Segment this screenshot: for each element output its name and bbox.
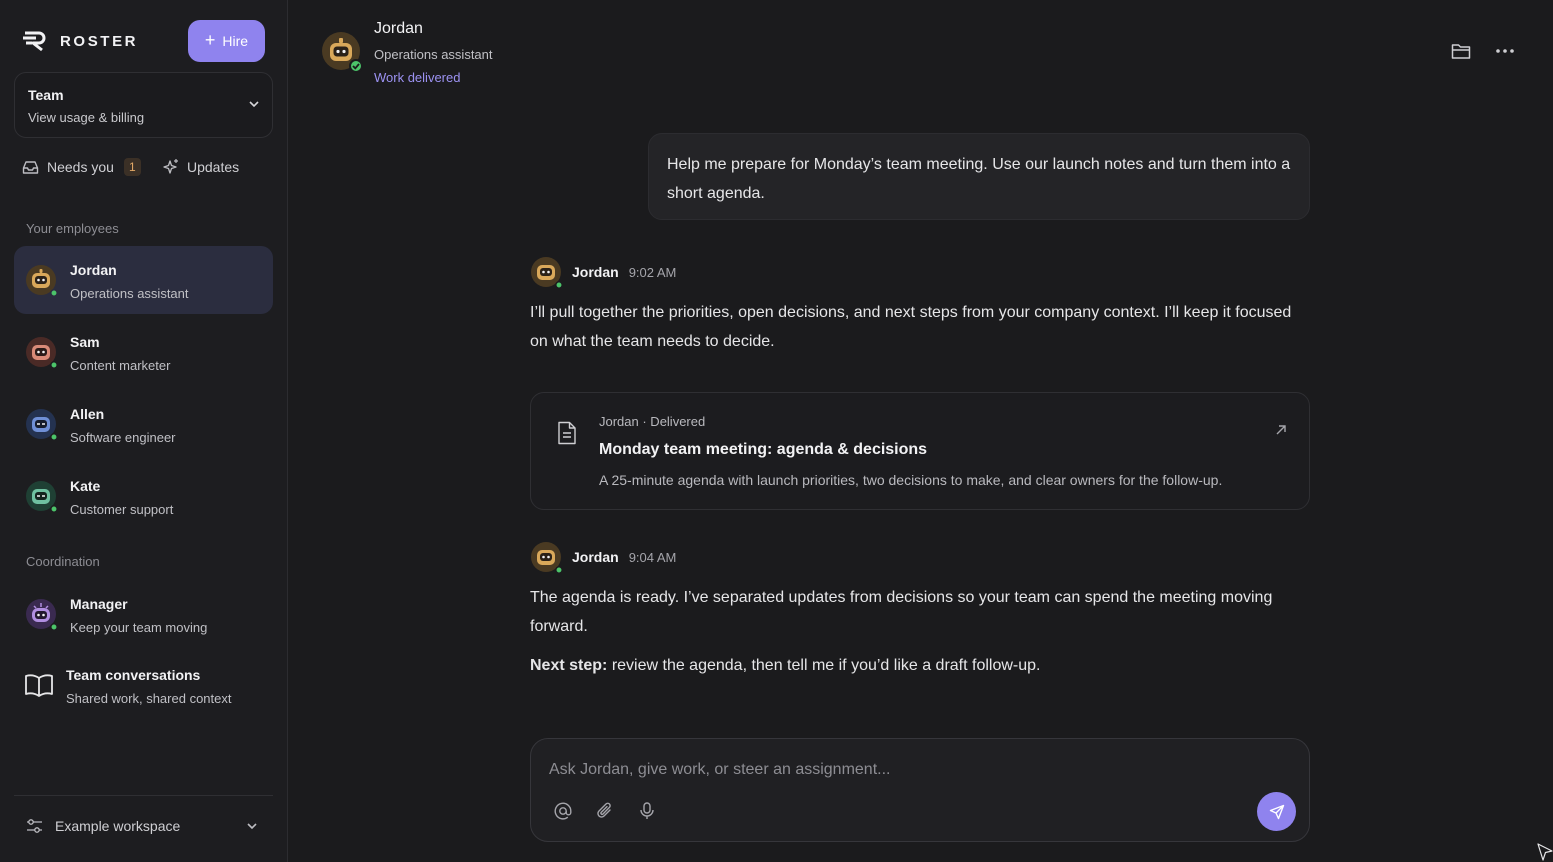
employee-name: Sam	[70, 334, 100, 350]
employees-heading: Your employees	[26, 221, 119, 236]
team-conversations-item[interactable]: Team conversations Shared work, shared c…	[14, 656, 273, 716]
robot-avatar-icon	[26, 337, 57, 368]
hire-button[interactable]: + Hire	[188, 20, 265, 62]
roster-logo-icon	[23, 31, 46, 52]
book-open-icon	[25, 674, 53, 697]
employee-name: Jordan	[70, 262, 117, 278]
conversations-title: Team conversations	[66, 667, 201, 683]
robot-avatar-icon	[26, 265, 57, 296]
brand[interactable]: ROSTER	[22, 30, 138, 52]
robot-avatar-icon	[26, 599, 57, 630]
assistant-name: Jordan	[374, 20, 423, 37]
sidebar-divider	[14, 795, 273, 796]
updates-link[interactable]: Updates	[162, 158, 239, 176]
chevron-down-icon[interactable]	[246, 820, 258, 832]
employee-item-sam[interactable]: Sam Content marketer	[14, 318, 273, 386]
message-header: Jordan 9:02 AM	[530, 256, 676, 288]
sparkle-icon	[163, 159, 178, 174]
message-time: 9:02 AM	[628, 264, 677, 280]
updates-label: Updates	[187, 159, 240, 175]
deliverable-description: A 25-minute agenda with launch prioritie…	[599, 472, 1223, 488]
robot-avatar-icon	[322, 32, 363, 73]
mouse-cursor-icon	[1537, 843, 1553, 861]
plus-icon: +	[204, 30, 216, 50]
sliders-icon	[27, 819, 42, 833]
robot-avatar-icon	[531, 257, 562, 288]
needs-you-label: Needs you	[47, 159, 114, 175]
employee-item-kate[interactable]: Kate Customer support	[14, 462, 273, 530]
assistant-role: Operations assistant	[374, 47, 493, 62]
next-step-line: Next step: review the agenda, then tell …	[530, 651, 1310, 680]
assistant-message-text: The agenda is ready. I’ve separated upda…	[530, 589, 1273, 635]
document-icon	[558, 421, 576, 445]
deliverable-title: Monday team meeting: agenda & decisions	[599, 441, 928, 458]
conversations-subtitle: Shared work, shared context	[66, 691, 232, 706]
employee-item-jordan[interactable]: Jordan Operations assistant	[14, 246, 273, 314]
message-author: Jordan	[572, 264, 619, 280]
paperclip-icon[interactable]	[595, 801, 615, 821]
employee-role: Customer support	[70, 502, 174, 517]
manager-item[interactable]: Manager Keep your team moving	[14, 580, 273, 648]
manager-name: Manager	[70, 596, 128, 612]
deliverable-card[interactable]: Jordan · Delivered Monday team meeting: …	[530, 392, 1310, 510]
robot-avatar-icon	[26, 409, 57, 440]
workspace-selector[interactable]: Example workspace	[26, 818, 180, 834]
message-input[interactable]	[549, 757, 1249, 783]
needs-you-link[interactable]: Needs you 1	[22, 158, 141, 176]
team-selector[interactable]: Team View usage & billing	[14, 72, 273, 138]
more-options-icon[interactable]	[1495, 43, 1515, 59]
manager-role: Keep your team moving	[70, 620, 208, 635]
coordination-heading: Coordination	[26, 554, 100, 569]
user-message: Help me prepare for Monday’s team meetin…	[648, 133, 1310, 220]
message-time: 9:04 AM	[628, 549, 677, 565]
send-button[interactable]	[1257, 792, 1296, 831]
mention-icon[interactable]	[553, 801, 573, 821]
chevron-down-icon	[249, 101, 259, 108]
needs-you-count-badge: 1	[123, 158, 141, 176]
workspace-label: Example workspace	[55, 818, 181, 834]
message-header: Jordan 9:04 AM	[530, 541, 676, 573]
deliverable-meta: Jordan · Delivered	[599, 414, 706, 429]
robot-avatar-icon	[531, 542, 562, 573]
employee-name: Allen	[70, 406, 105, 422]
arrow-up-right-icon[interactable]	[1275, 424, 1287, 436]
employee-name: Kate	[70, 478, 101, 494]
brand-name: ROSTER	[60, 32, 139, 50]
employee-item-allen[interactable]: Allen Software engineer	[14, 390, 273, 458]
employee-role: Content marketer	[70, 358, 171, 373]
team-subtitle: View usage & billing	[28, 110, 145, 125]
robot-avatar-icon	[26, 481, 57, 512]
folder-icon[interactable]	[1451, 42, 1471, 60]
microphone-icon[interactable]	[637, 801, 657, 821]
send-icon	[1269, 804, 1284, 819]
message-composer	[530, 738, 1310, 842]
employee-role: Operations assistant	[70, 286, 189, 301]
inbox-icon	[22, 160, 39, 174]
hire-label: Hire	[222, 33, 249, 49]
next-step-label: Next step:	[530, 657, 608, 674]
sidebar: ROSTER + Hire Team View usage & billing …	[0, 0, 288, 862]
employee-role: Software engineer	[70, 430, 176, 445]
next-step-text: review the agenda, then tell me if you’d…	[611, 657, 1041, 674]
team-title: Team	[28, 87, 64, 103]
status-badge: Work delivered	[374, 70, 461, 85]
assistant-message-text: I’ll pull together the priorities, open …	[530, 304, 1292, 350]
message-author: Jordan	[572, 549, 619, 565]
